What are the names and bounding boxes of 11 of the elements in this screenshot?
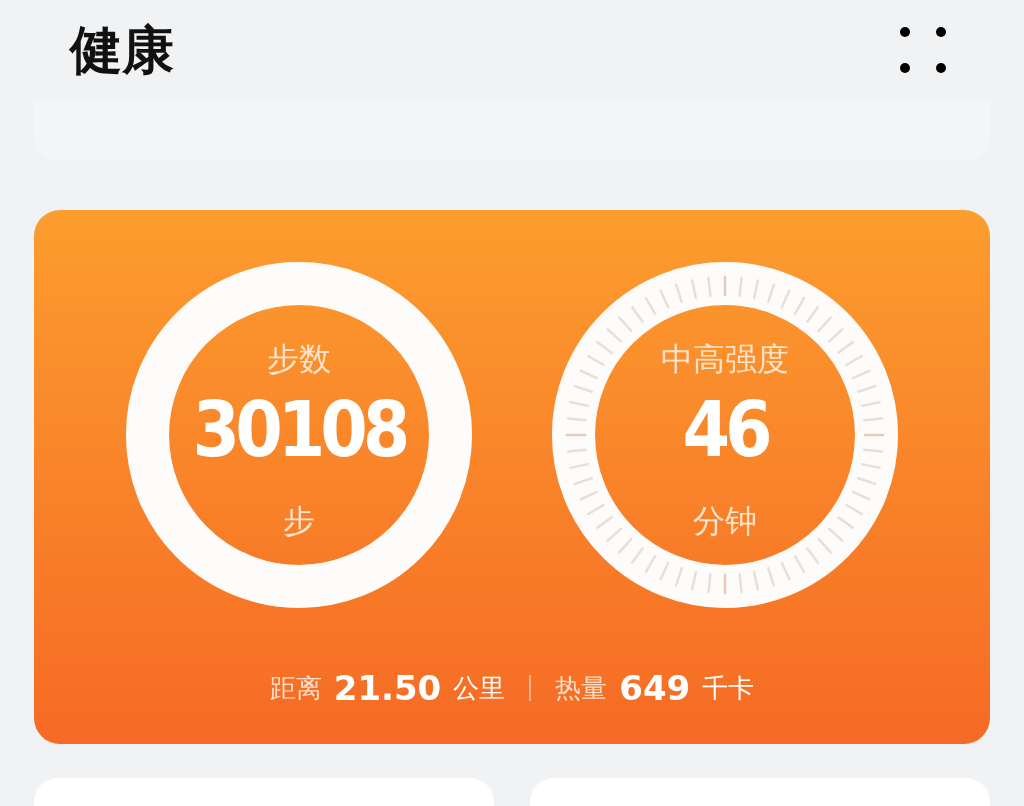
summary-unit: 千卡	[702, 671, 755, 705]
summary-unit: 公里	[453, 671, 506, 705]
page-title: 健康	[70, 24, 174, 76]
metric-unit: 分钟	[693, 501, 757, 542]
summary-value: 21.50	[333, 668, 442, 708]
summary-label: 热量	[555, 671, 608, 705]
summary-label: 距离	[269, 671, 322, 705]
metric-value: 46	[682, 392, 768, 468]
summary-value: 649	[619, 668, 691, 708]
metric-label: 中高强度	[661, 339, 789, 380]
menu-icon[interactable]	[900, 27, 946, 73]
